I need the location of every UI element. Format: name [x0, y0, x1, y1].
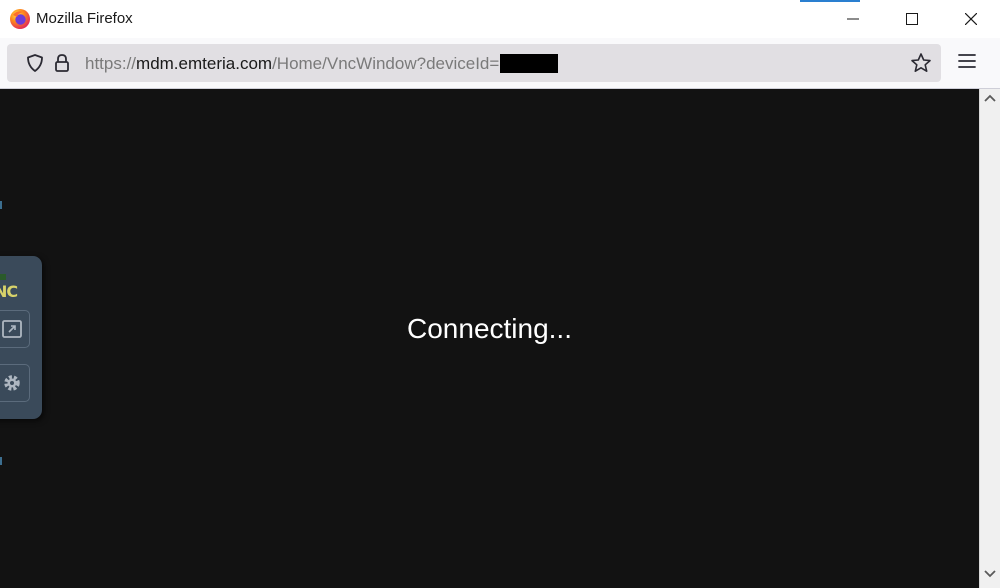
- vnc-control-panel[interactable]: NC: [0, 256, 42, 419]
- url-scheme: https://: [85, 54, 137, 73]
- url-text[interactable]: https://mdm.emteria.com/Home/VncWindow?d…: [85, 54, 559, 74]
- novnc-logo: NC: [0, 282, 18, 301]
- fullscreen-button[interactable]: [0, 310, 30, 348]
- logo-tag: [0, 274, 6, 280]
- chevron-up-icon[interactable]: [983, 93, 997, 103]
- shield-icon[interactable]: [25, 53, 45, 73]
- address-bar[interactable]: https://mdm.emteria.com/Home/VncWindow?d…: [7, 44, 941, 82]
- hamburger-menu-icon[interactable]: [958, 53, 976, 69]
- firefox-logo-icon: [10, 9, 30, 29]
- window-title: Mozilla Firefox: [36, 10, 133, 27]
- edge-marker: [0, 457, 2, 465]
- vnc-viewport[interactable]: Connecting... NC: [0, 89, 979, 588]
- navigation-toolbar: https://mdm.emteria.com/Home/VncWindow?d…: [0, 38, 1000, 88]
- lock-icon[interactable]: [53, 52, 71, 74]
- url-host: mdm.emteria.com: [136, 54, 273, 73]
- maximize-button[interactable]: [882, 0, 941, 38]
- maximize-icon: [905, 13, 918, 25]
- gear-icon: [4, 375, 20, 391]
- edge-marker: [0, 201, 2, 209]
- redacted-device-id: [500, 54, 559, 73]
- minimize-button[interactable]: [823, 0, 882, 38]
- vertical-scrollbar[interactable]: [979, 89, 1000, 588]
- fullscreen-icon: [2, 320, 22, 338]
- chevron-down-icon[interactable]: [983, 569, 997, 579]
- url-path: /Home/VncWindow?deviceId=: [272, 54, 500, 73]
- close-icon: [964, 13, 977, 25]
- connection-status: Connecting...: [407, 313, 572, 344]
- close-window-button[interactable]: [941, 0, 1000, 38]
- bookmark-star-icon[interactable]: [910, 52, 932, 74]
- minimize-icon: [846, 18, 859, 20]
- window-titlebar: Mozilla Firefox: [0, 0, 1000, 38]
- settings-button[interactable]: [0, 364, 30, 402]
